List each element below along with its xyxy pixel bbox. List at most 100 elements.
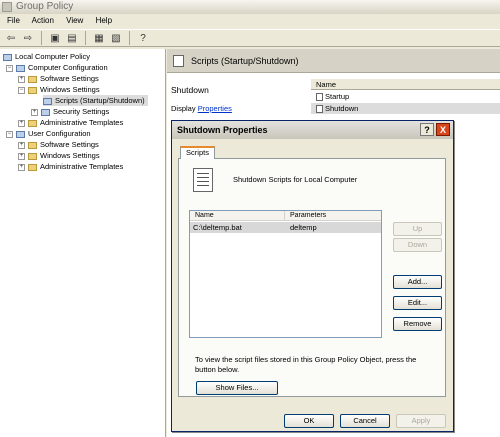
group-policy-icon bbox=[2, 2, 12, 12]
display-properties: Display Properties bbox=[171, 104, 232, 113]
script-icon bbox=[316, 105, 323, 114]
script-icon bbox=[316, 93, 323, 102]
toolbar: ⇦ ⇨ ▣ ▤ ▦ ▧ ? bbox=[0, 29, 500, 47]
tree-label: Windows Settings bbox=[40, 85, 100, 94]
details-title: Shutdown bbox=[171, 85, 209, 95]
details-header-title: Scripts (Startup/Shutdown) bbox=[191, 56, 299, 66]
dialog-title: Shutdown Properties bbox=[177, 125, 268, 135]
window-title: Group Policy bbox=[16, 1, 74, 12]
expand-icon[interactable]: + bbox=[31, 108, 38, 116]
scripts-tab-panel: Shutdown Scripts for Local Computer Name… bbox=[178, 158, 446, 397]
properties-icon[interactable]: ▦ bbox=[92, 31, 106, 45]
expand-icon[interactable]: + bbox=[18, 152, 25, 160]
expand-icon[interactable]: + bbox=[18, 119, 25, 127]
add-button[interactable]: Add... bbox=[393, 275, 442, 289]
tree-item-computer-configuration[interactable]: − Computer Configuration bbox=[6, 62, 108, 73]
tree-item-windows-settings[interactable]: − Windows Settings bbox=[18, 84, 100, 95]
menu-view[interactable]: View bbox=[66, 16, 83, 25]
tree-item-root[interactable]: Local Computer Policy bbox=[3, 51, 90, 62]
tree-item-security-settings[interactable]: + Security Settings bbox=[31, 106, 109, 117]
tree-item-user-software-settings[interactable]: + Software Settings bbox=[18, 139, 99, 150]
tree-item-administrative-templates[interactable]: + Administrative Templates bbox=[18, 117, 123, 128]
folder-icon bbox=[28, 152, 37, 160]
folder-icon bbox=[28, 163, 37, 171]
shutdown-properties-dialog: Shutdown Properties ? X Scripts Shutdown… bbox=[171, 120, 454, 432]
tree-item-user-windows-settings[interactable]: + Windows Settings bbox=[18, 150, 100, 161]
folder-icon bbox=[28, 75, 37, 83]
column-header-name[interactable]: Name bbox=[311, 79, 500, 90]
show-tree-icon[interactable]: ▤ bbox=[65, 31, 79, 45]
back-icon[interactable]: ⇦ bbox=[4, 31, 18, 45]
column-parameters[interactable]: Parameters bbox=[285, 211, 326, 220]
toolbar-separator bbox=[41, 31, 42, 45]
table-header: Name Parameters bbox=[190, 211, 381, 221]
tab-scripts[interactable]: Scripts bbox=[180, 146, 215, 159]
list-item-label: Startup bbox=[325, 92, 350, 101]
cancel-button[interactable]: Cancel bbox=[340, 414, 390, 428]
dialog-titlebar: Shutdown Properties bbox=[172, 121, 453, 139]
show-files-note: To view the script files stored in this … bbox=[195, 355, 417, 374]
list-item-startup[interactable]: Startup bbox=[311, 91, 500, 102]
tree-label: Windows Settings bbox=[40, 151, 100, 160]
properties-link[interactable]: Properties bbox=[198, 104, 232, 113]
tree-item-software-settings[interactable]: + Software Settings bbox=[18, 73, 99, 84]
up-folder-icon[interactable]: ▣ bbox=[48, 31, 62, 45]
script-name-cell: C:\deltemp.bat bbox=[193, 223, 242, 232]
forward-icon[interactable]: ⇨ bbox=[21, 31, 35, 45]
remove-button[interactable]: Remove bbox=[393, 317, 442, 331]
tree-label: Scripts (Startup/Shutdown) bbox=[55, 96, 145, 105]
tree-label: Security Settings bbox=[53, 107, 110, 116]
tree-item-scripts[interactable]: Scripts (Startup/Shutdown) bbox=[43, 95, 148, 106]
help-icon[interactable]: ? bbox=[136, 31, 150, 45]
toolbar-separator bbox=[85, 31, 86, 45]
tree-label: Software Settings bbox=[40, 140, 99, 149]
expand-icon[interactable]: + bbox=[18, 141, 25, 149]
computer-icon bbox=[16, 64, 25, 72]
scripts-icon bbox=[43, 97, 52, 105]
collapse-icon[interactable]: − bbox=[6, 64, 13, 72]
toolbar-separator bbox=[129, 31, 130, 45]
collapse-icon[interactable]: − bbox=[18, 86, 25, 94]
tree-label: Local Computer Policy bbox=[15, 52, 91, 61]
tree-label: User Configuration bbox=[28, 129, 91, 138]
export-icon[interactable]: ▧ bbox=[109, 31, 123, 45]
tree-label: Administrative Templates bbox=[40, 118, 124, 127]
script-icon bbox=[173, 55, 184, 67]
script-file-icon bbox=[193, 168, 213, 192]
list-item-label: Shutdown bbox=[325, 104, 359, 113]
tree-item-user-administrative-templates[interactable]: + Administrative Templates bbox=[18, 161, 123, 172]
ok-button[interactable]: OK bbox=[284, 414, 334, 428]
folder-icon bbox=[28, 141, 37, 149]
apply-button[interactable]: Apply bbox=[396, 414, 446, 428]
folder-icon bbox=[28, 86, 37, 94]
details-header: Scripts (Startup/Shutdown) bbox=[167, 49, 500, 73]
close-button[interactable]: X bbox=[436, 123, 450, 136]
expand-icon[interactable]: + bbox=[18, 163, 25, 171]
display-label: Display bbox=[171, 104, 196, 113]
menu-help[interactable]: Help bbox=[96, 16, 112, 25]
help-button[interactable]: ? bbox=[420, 123, 434, 136]
user-icon bbox=[16, 130, 25, 138]
menu-file[interactable]: File bbox=[7, 16, 20, 25]
column-name[interactable]: Name bbox=[190, 211, 285, 220]
scripts-table: Name Parameters C:\deltemp.bat deltemp bbox=[189, 210, 382, 338]
up-button[interactable]: Up bbox=[393, 222, 442, 236]
policy-icon bbox=[3, 53, 12, 61]
tree-item-user-configuration[interactable]: − User Configuration bbox=[6, 128, 91, 139]
tree-label: Software Settings bbox=[40, 74, 99, 83]
tree-label: Computer Configuration bbox=[28, 63, 108, 72]
list-item-shutdown[interactable]: Shutdown bbox=[311, 103, 500, 114]
menu-bar: File Action View Help bbox=[0, 14, 500, 28]
window-titlebar: Group Policy bbox=[0, 0, 500, 14]
expand-icon[interactable]: + bbox=[18, 75, 25, 83]
security-icon bbox=[41, 108, 50, 116]
down-button[interactable]: Down bbox=[393, 238, 442, 252]
collapse-icon[interactable]: − bbox=[6, 130, 13, 138]
tree-label: Administrative Templates bbox=[40, 162, 124, 171]
edit-button[interactable]: Edit... bbox=[393, 296, 442, 310]
show-files-button[interactable]: Show Files... bbox=[196, 381, 278, 395]
menu-action[interactable]: Action bbox=[32, 16, 54, 25]
tree-pane: Local Computer Policy − Computer Configur… bbox=[0, 49, 166, 437]
table-row[interactable]: C:\deltemp.bat deltemp bbox=[190, 222, 381, 233]
script-parameters-cell: deltemp bbox=[290, 223, 317, 232]
